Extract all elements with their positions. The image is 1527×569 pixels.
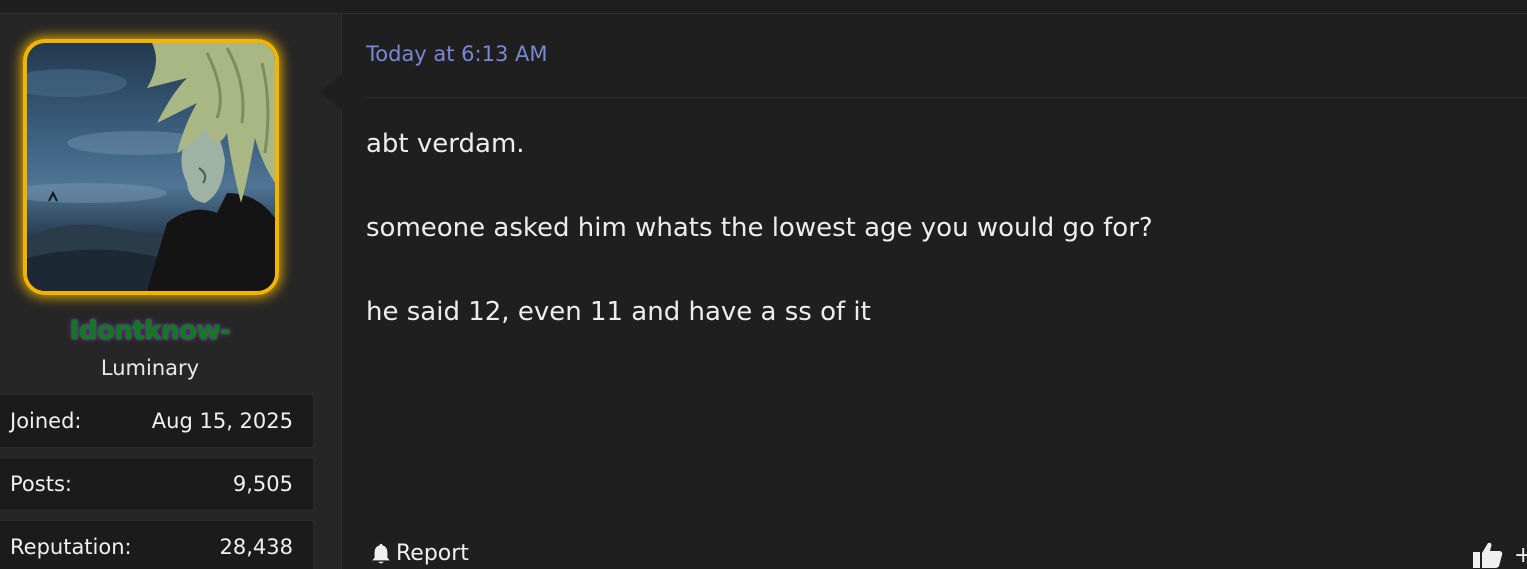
- stat-label: Reputation:: [10, 535, 132, 559]
- stat-reputation: Reputation: 28,438: [0, 520, 314, 569]
- report-button[interactable]: Report: [370, 541, 469, 566]
- like-plus: +: [1514, 542, 1527, 568]
- post-text-line: he said 12, even 11 and have a ss of it: [366, 297, 871, 327]
- stat-label: Joined:: [10, 409, 82, 433]
- like-button[interactable]: +: [1472, 540, 1527, 569]
- avatar-frame[interactable]: [23, 39, 279, 295]
- stat-value: 28,438: [219, 535, 293, 559]
- avatar[interactable]: [27, 43, 275, 291]
- stat-posts: Posts: 9,505: [0, 457, 314, 511]
- forum-post: Idontknow- Luminary Joined: Aug 15, 2025…: [0, 0, 1527, 569]
- bell-icon: [372, 543, 390, 563]
- user-title: Luminary: [100, 356, 200, 380]
- stat-value: Aug 15, 2025: [151, 409, 293, 433]
- stat-joined: Joined: Aug 15, 2025: [0, 394, 314, 448]
- report-label: Report: [396, 541, 469, 566]
- stat-value: 9,505: [232, 472, 293, 496]
- avatar-image: [27, 43, 275, 291]
- username[interactable]: Idontknow-: [0, 316, 300, 346]
- post-text-line: someone asked him whats the lowest age y…: [366, 213, 1153, 243]
- stat-label: Posts:: [10, 472, 72, 496]
- post-timestamp[interactable]: Today at 6:13 AM: [366, 42, 548, 66]
- post-pointer: [320, 74, 342, 110]
- post-divider: [366, 97, 1527, 98]
- post-text-line: abt verdam.: [366, 129, 525, 159]
- thumbs-up-icon: [1473, 542, 1503, 568]
